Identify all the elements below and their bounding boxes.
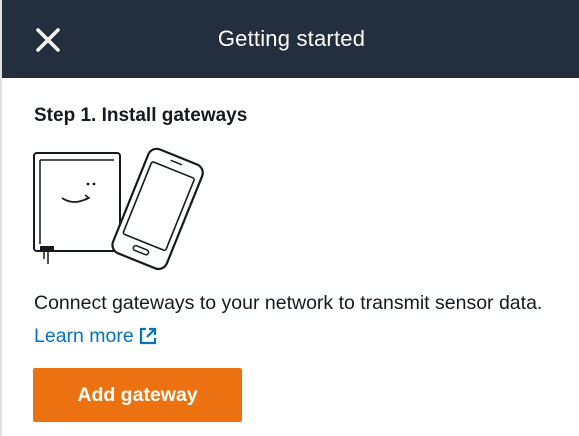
external-link-icon [139, 327, 156, 345]
add-gateway-button[interactable]: Add gateway [33, 368, 242, 422]
close-icon [36, 28, 60, 52]
close-button[interactable] [32, 24, 64, 56]
panel-header: Getting started [2, 0, 579, 78]
learn-more-label: Learn more [34, 325, 134, 347]
learn-more-link[interactable]: Learn more [34, 325, 157, 347]
gateway-and-phone-illustration [33, 147, 204, 271]
step-title: Step 1. Install gateways [34, 105, 248, 126]
getting-started-panel: Getting started Step 1. Install gateways… [0, 0, 579, 436]
step-description-text: Connect gateways to your network to tran… [34, 292, 543, 314]
step-description: Connect gateways to your network to tran… [34, 287, 564, 353]
panel-title: Getting started [217, 26, 366, 51]
